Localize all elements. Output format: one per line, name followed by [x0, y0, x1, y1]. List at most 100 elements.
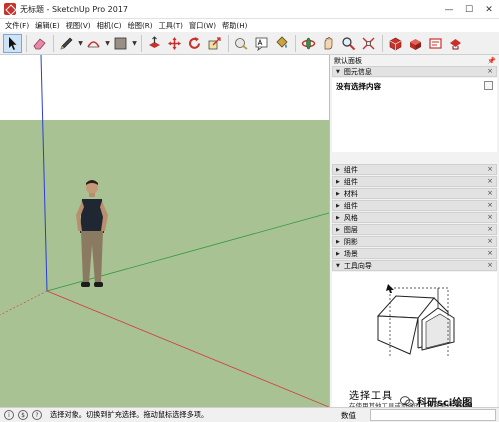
collapse-triangle-icon: ▶	[336, 214, 340, 221]
close-icon[interactable]: ×	[487, 261, 493, 269]
sketchup-logo-icon	[4, 3, 16, 15]
selection-status: 没有选择内容	[336, 82, 381, 91]
close-icon[interactable]: ×	[487, 201, 493, 209]
menu-camera[interactable]: 相机(C)	[94, 21, 125, 31]
expand-triangle-icon: ▼	[336, 68, 340, 75]
panel-components-3[interactable]: ▶ 组件 ×	[332, 200, 497, 211]
close-icon[interactable]: ×	[487, 249, 493, 257]
panel-shadows[interactable]: ▶ 阴影 ×	[332, 236, 497, 247]
title-bar: 无标题 - SketchUp Pro 2017 — ☐ ✕	[0, 0, 499, 19]
toggle-details-button[interactable]	[484, 81, 493, 90]
close-button[interactable]: ✕	[479, 0, 499, 19]
collapse-triangle-icon: ▶	[336, 238, 340, 245]
status-message: 选择对象。切换到扩充选择。拖动鼠标选择多项。	[50, 410, 209, 419]
collapse-triangle-icon: ▶	[336, 226, 340, 233]
menu-view[interactable]: 视图(V)	[63, 21, 94, 31]
toolbar-separator	[382, 34, 383, 52]
entity-info-panel: 没有选择内容	[332, 78, 497, 152]
menu-file[interactable]: 文件(F)	[2, 21, 32, 31]
scale-icon[interactable]	[205, 34, 224, 53]
help-icon[interactable]: ?	[32, 410, 42, 420]
menu-help[interactable]: 帮助(H)	[219, 21, 250, 31]
panel-styles[interactable]: ▶ 风格 ×	[332, 212, 497, 223]
panel-instructor[interactable]: ▼ 工具向导 ×	[332, 260, 497, 271]
toolbar-separator	[295, 34, 296, 52]
panel-label: 工具向导	[343, 261, 372, 270]
panel-components-2[interactable]: ▶ 组件 ×	[332, 176, 497, 187]
wechat-icon	[400, 396, 414, 407]
menu-tools[interactable]: 工具(T)	[156, 21, 186, 31]
eraser-icon[interactable]	[30, 34, 49, 53]
measurements-input[interactable]	[370, 409, 496, 421]
main-toolbar: ▼ ▼ ▼	[0, 32, 499, 55]
menu-edit[interactable]: 编辑(E)	[32, 21, 63, 31]
paint-bucket-icon[interactable]	[272, 34, 291, 53]
rotate-icon[interactable]	[185, 34, 204, 53]
house-illustration	[376, 284, 455, 358]
tool-title: 选择工具	[349, 391, 393, 402]
arc-icon[interactable]	[84, 34, 103, 53]
toolbar-separator	[141, 34, 142, 52]
orbit-icon[interactable]	[299, 34, 318, 53]
close-icon[interactable]: ×	[487, 189, 493, 197]
toolbar-separator	[26, 34, 27, 52]
red-axis	[46, 290, 329, 407]
person-figure	[76, 180, 108, 287]
collapse-triangle-icon: ▶	[336, 190, 340, 197]
layout-icon[interactable]	[426, 34, 445, 53]
chevron-down-icon[interactable]: ▼	[77, 40, 84, 47]
panel-materials[interactable]: ▶ 材料 ×	[332, 188, 497, 199]
status-bar: i $ ? 选择对象。切换到扩充选择。拖动鼠标选择多项。 数值	[0, 407, 499, 422]
rectangle-icon[interactable]	[111, 34, 130, 53]
menu-window[interactable]: 窗口(W)	[186, 21, 219, 31]
drawing-viewport[interactable]	[0, 55, 329, 407]
axes	[0, 55, 329, 407]
menu-bar: 文件(F) 编辑(E) 视图(V) 相机(C) 绘图(R) 工具(T) 窗口(W…	[0, 19, 499, 32]
zoom-icon[interactable]	[339, 34, 358, 53]
select-arrow-icon[interactable]	[3, 33, 22, 53]
maximize-button[interactable]: ☐	[459, 0, 479, 19]
window-controls: — ☐ ✕	[439, 0, 499, 19]
3d-warehouse-icon[interactable]	[386, 34, 405, 53]
panel-layers[interactable]: ▶ 图层 ×	[332, 224, 497, 235]
tray-header: 默认面板 📌	[330, 55, 499, 66]
chevron-down-icon[interactable]: ▼	[104, 40, 111, 47]
minimize-button[interactable]: —	[439, 0, 459, 19]
menu-draw[interactable]: 绘图(R)	[125, 21, 156, 31]
zoom-extents-icon[interactable]	[359, 34, 378, 53]
push-pull-icon[interactable]	[145, 34, 164, 53]
close-icon[interactable]: ×	[487, 213, 493, 221]
panel-label: 材料	[343, 189, 358, 198]
entity-info-header[interactable]: ▼ 图元信息 ×	[332, 66, 497, 77]
tape-measure-icon[interactable]	[232, 34, 251, 53]
geo-location-icon[interactable]: i	[4, 410, 14, 420]
panel-scenes[interactable]: ▶ 场景 ×	[332, 248, 497, 259]
panel-label: 场景	[343, 249, 358, 258]
move-icon[interactable]	[165, 34, 184, 53]
extension-manager-icon[interactable]	[446, 34, 465, 53]
window-title: 无标题 - SketchUp Pro 2017	[20, 4, 128, 14]
close-icon[interactable]: ×	[487, 165, 493, 173]
blue-axis	[40, 55, 48, 292]
panel-label: 图元信息	[343, 67, 372, 76]
extension-warehouse-icon[interactable]	[406, 34, 425, 53]
toolbar-separator	[53, 34, 54, 52]
panel-label: 组件	[343, 177, 358, 186]
close-icon[interactable]: ×	[487, 237, 493, 245]
chevron-down-icon[interactable]: ▼	[131, 40, 138, 47]
pan-icon[interactable]	[319, 34, 338, 53]
collapse-triangle-icon: ▶	[336, 202, 340, 209]
close-icon[interactable]: ×	[487, 67, 493, 75]
pencil-line-icon[interactable]	[57, 34, 76, 53]
red-axis-negative	[0, 290, 48, 316]
expand-triangle-icon: ▼	[336, 262, 340, 269]
collapse-triangle-icon: ▶	[336, 250, 340, 257]
panel-components-1[interactable]: ▶ 组件 ×	[332, 164, 497, 175]
text-icon[interactable]	[252, 34, 271, 53]
close-icon[interactable]: ×	[487, 177, 493, 185]
pin-icon[interactable]: 📌	[487, 57, 496, 65]
close-icon[interactable]: ×	[487, 225, 493, 233]
credits-icon[interactable]: $	[18, 410, 28, 420]
panel-label: 阴影	[343, 237, 358, 246]
measurements-label: 数值	[341, 411, 356, 420]
